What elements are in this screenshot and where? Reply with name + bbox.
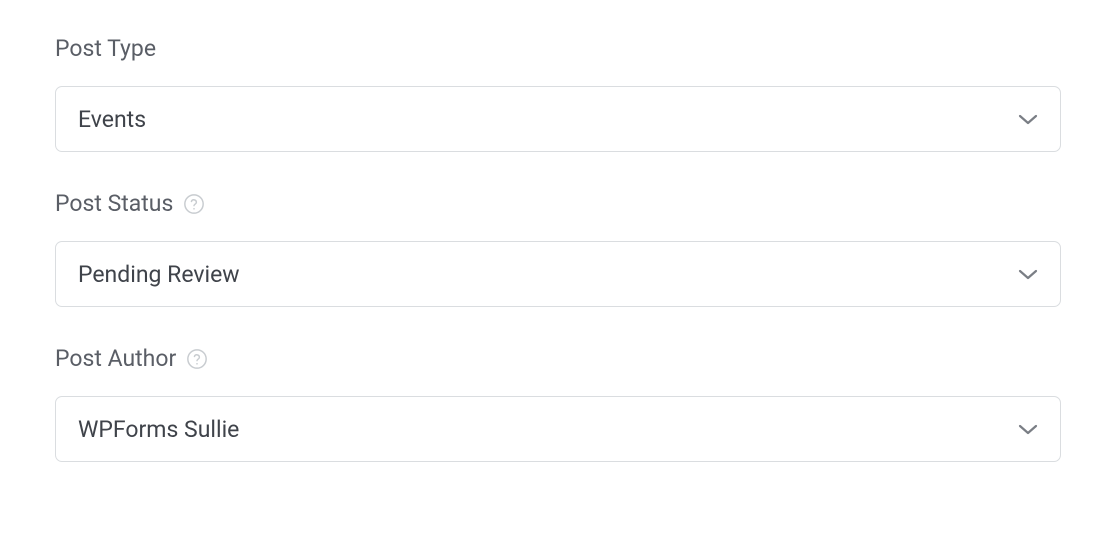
post-status-label-row: Post Status: [55, 190, 1061, 217]
post-type-select[interactable]: Events: [55, 86, 1061, 152]
chevron-down-icon: [1018, 264, 1038, 284]
post-status-select[interactable]: Pending Review: [55, 241, 1061, 307]
post-status-value: Pending Review: [78, 261, 240, 288]
post-author-label-row: Post Author: [55, 345, 1061, 372]
help-icon[interactable]: [183, 193, 205, 215]
post-author-group: Post Author WPForms Sullie: [55, 345, 1061, 462]
chevron-down-icon: [1018, 109, 1038, 129]
help-icon[interactable]: [186, 348, 208, 370]
post-status-label: Post Status: [55, 190, 173, 217]
post-author-select[interactable]: WPForms Sullie: [55, 396, 1061, 462]
post-type-label: Post Type: [55, 35, 156, 62]
post-type-group: Post Type Events: [55, 35, 1061, 152]
post-type-value: Events: [78, 106, 146, 133]
chevron-down-icon: [1018, 419, 1038, 439]
post-type-label-row: Post Type: [55, 35, 1061, 62]
post-author-label: Post Author: [55, 345, 176, 372]
post-author-value: WPForms Sullie: [78, 416, 239, 443]
post-status-group: Post Status Pending Review: [55, 190, 1061, 307]
